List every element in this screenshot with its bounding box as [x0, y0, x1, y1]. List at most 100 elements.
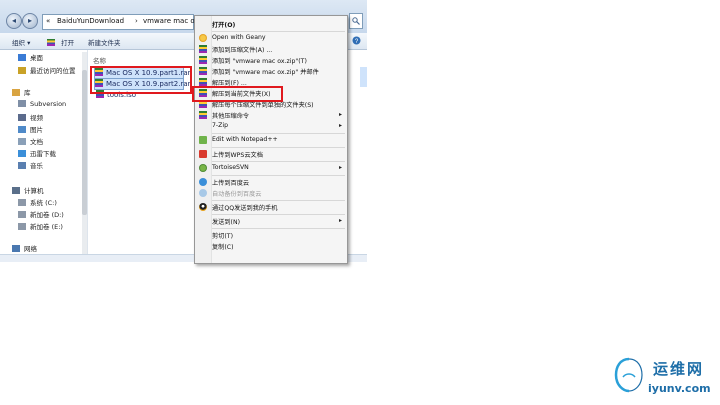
- document-icon: [18, 138, 26, 145]
- menu-item-label: 打开(O): [212, 22, 236, 29]
- menu-separator: [212, 31, 345, 32]
- qq-icon: [199, 203, 207, 211]
- menu-item-label: 自动备份到百度云: [212, 191, 262, 198]
- nav-item-label: 视频: [30, 114, 43, 122]
- help-icon[interactable]: ?: [352, 36, 361, 47]
- drive-icon: [18, 211, 26, 218]
- winrar-icon: [199, 56, 207, 64]
- nav-item[interactable]: 文档: [18, 136, 43, 146]
- menu-item-label: 其他压缩命令: [212, 113, 250, 120]
- column-header-name[interactable]: 名称: [93, 55, 106, 65]
- menu-item[interactable]: 7-Zip ▸: [195, 121, 347, 132]
- open-button[interactable]: 打开: [47, 37, 74, 47]
- menu-item[interactable]: 添加到压缩文件(A) ...: [195, 44, 347, 55]
- menu-item-label: Edit with Notepad++: [212, 136, 278, 143]
- nav-item-label: Subversion: [30, 100, 67, 108]
- nav-item[interactable]: 新加卷 (D:): [18, 209, 64, 219]
- search-box[interactable]: [349, 13, 363, 29]
- menu-item[interactable]: 添加到 "vmware mac ox.zip"(T): [195, 55, 347, 66]
- network-icon: [12, 245, 20, 252]
- baidu-icon: [199, 189, 207, 197]
- menu-item-label: TortoiseSVN: [212, 164, 249, 171]
- winrar-icon: [47, 39, 55, 46]
- logo-chinese-text: 运维网: [653, 360, 705, 378]
- address-bar[interactable]: « BaiduYunDownload › vmware mac ox: [42, 14, 199, 30]
- nav-item[interactable]: 系统 (C:): [18, 197, 57, 207]
- nav-item[interactable]: 最近访问的位置: [18, 65, 76, 75]
- menu-item[interactable]: TortoiseSVN ▸: [195, 163, 347, 174]
- search-icon: [352, 17, 360, 25]
- breadcrumb-vmware-mac-ox[interactable]: vmware mac ox: [143, 17, 199, 25]
- library-icon: [12, 89, 20, 96]
- nav-item[interactable]: 视频: [18, 112, 43, 122]
- breadcrumb-baiduyundownload[interactable]: BaiduYunDownload: [57, 17, 124, 25]
- nav-item[interactable]: 新加卷 (E:): [18, 221, 63, 231]
- menu-item[interactable]: 上传到百度云: [195, 177, 347, 188]
- menu-item[interactable]: 通过QQ发送到我的手机: [195, 202, 347, 213]
- menu-item[interactable]: 发送到(N) ▸: [195, 216, 347, 227]
- picture-icon: [18, 126, 26, 133]
- winrar-icon: [199, 45, 207, 53]
- breadcrumb-separator[interactable]: ›: [135, 17, 138, 25]
- video-icon: [18, 114, 26, 121]
- menu-separator: [212, 147, 345, 148]
- nav-item[interactable]: Subversion: [18, 100, 66, 108]
- nav-item-label: 新加卷 (E:): [30, 223, 63, 231]
- menu-item[interactable]: 复制(C): [195, 241, 347, 252]
- library-folder-icon: [18, 100, 26, 107]
- nav-item-label: 文档: [30, 138, 43, 146]
- nav-item-label: 库: [24, 89, 31, 97]
- menu-separator: [212, 214, 345, 215]
- menu-item-label: 上传到WPS云文档: [212, 152, 263, 159]
- nav-item-label: 网络: [24, 245, 37, 253]
- selected-rows-edge: [360, 67, 367, 87]
- menu-item[interactable]: 剪切(T): [195, 230, 347, 241]
- organize-button[interactable]: 组织 ▾: [12, 37, 30, 47]
- nav-item-label: 系统 (C:): [30, 199, 57, 207]
- nav-item-label: 图片: [30, 126, 43, 134]
- menu-item-label: 剪切(T): [212, 233, 233, 240]
- scrollbar-thumb[interactable]: [82, 70, 87, 215]
- file-selection-callout: [90, 66, 192, 94]
- menu-separator: [212, 175, 345, 176]
- computer-icon: [12, 187, 20, 194]
- drive-icon: [18, 223, 26, 230]
- notepad-icon: [199, 136, 207, 144]
- nav-item[interactable]: 计算机: [12, 185, 44, 195]
- menu-item[interactable]: Edit with Notepad++: [195, 135, 347, 146]
- menu-separator: [212, 200, 345, 201]
- menu-item[interactable]: 其他压缩命令 ▸: [195, 110, 347, 121]
- menu-item[interactable]: Open with Geany: [195, 33, 347, 44]
- breadcrumb-overflow[interactable]: «: [46, 17, 50, 25]
- open-label: 打开: [61, 39, 75, 47]
- nav-item[interactable]: 音乐: [18, 160, 43, 170]
- back-button[interactable]: ◂: [6, 13, 22, 29]
- menu-item[interactable]: 打开(O): [195, 19, 347, 30]
- chevron-right-icon: ▸: [338, 122, 342, 129]
- menu-separator: [212, 161, 345, 162]
- menu-item-label: 通过QQ发送到我的手机: [212, 205, 278, 212]
- logo-domain-text: iyunv.com: [648, 382, 711, 395]
- menu-item-label: 上传到百度云: [212, 180, 250, 187]
- nav-item-label: 最近访问的位置: [30, 67, 76, 75]
- menu-item[interactable]: 添加到 "vmware mac ox.zip" 并邮件: [195, 66, 347, 77]
- music-icon: [18, 162, 26, 169]
- navigation-pane: 桌面最近访问的位置库 Subversion 视频图片文档迅雷下载音乐计算机系统 (C…: [0, 50, 88, 262]
- menu-item-label: Open with Geany: [212, 34, 266, 41]
- organize-label: 组织: [12, 39, 25, 47]
- nav-item-label: 迅雷下载: [30, 150, 56, 158]
- nav-item[interactable]: 迅雷下载: [18, 148, 56, 158]
- menu-item[interactable]: 上传到WPS云文档: [195, 149, 347, 160]
- forward-button[interactable]: ▸: [22, 13, 38, 29]
- new-folder-button[interactable]: 新建文件夹: [88, 37, 121, 47]
- download-icon: [18, 150, 26, 157]
- menu-separator: [212, 228, 345, 229]
- navigation-scrollbar[interactable]: [82, 52, 87, 257]
- drive-icon: [18, 199, 26, 206]
- nav-item[interactable]: 桌面: [18, 52, 43, 62]
- nav-item[interactable]: 库: [12, 87, 31, 97]
- nav-item-label: 计算机: [24, 187, 44, 195]
- nav-item[interactable]: 图片: [18, 124, 43, 134]
- nav-item[interactable]: 网络: [12, 243, 37, 253]
- geany-icon: [199, 34, 207, 42]
